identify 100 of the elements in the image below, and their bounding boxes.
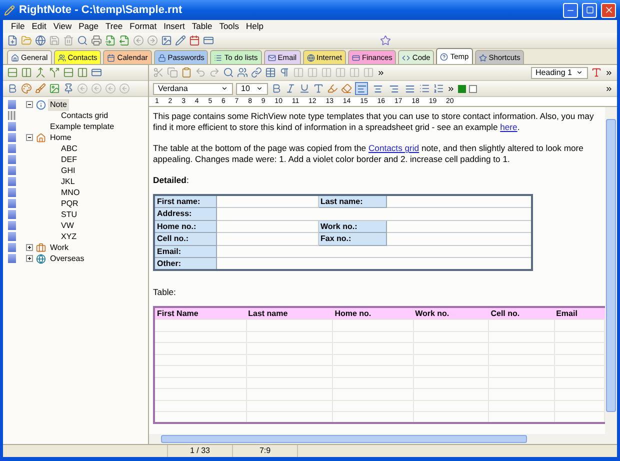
scrollbar-thumb[interactable] (161, 435, 527, 443)
tree-tool-icon[interactable] (21, 67, 32, 78)
expand-icon[interactable] (26, 255, 33, 262)
table-cell[interactable] (332, 366, 414, 377)
numbered-list-icon[interactable] (433, 83, 444, 94)
link[interactable]: here (500, 122, 518, 132)
table-cell[interactable] (488, 331, 554, 342)
forward-icon[interactable] (147, 35, 158, 46)
people-icon[interactable] (237, 67, 248, 78)
table-cell[interactable] (413, 366, 489, 377)
note-title[interactable]: Example template (48, 120, 116, 132)
table-cell[interactable] (154, 320, 246, 331)
style-dropdown[interactable]: Heading 1 (530, 66, 588, 78)
table-cell[interactable] (332, 388, 414, 400)
table-cell[interactable] (246, 331, 333, 342)
table-cell[interactable] (488, 320, 554, 331)
picture-icon[interactable] (49, 83, 60, 94)
table-cell[interactable] (332, 342, 414, 354)
note-title[interactable]: MNO (59, 186, 82, 198)
table-cell[interactable] (488, 366, 554, 377)
clipboard-icon[interactable] (181, 67, 192, 78)
tree-tool-icon[interactable] (7, 67, 18, 78)
table-cell[interactable] (554, 354, 604, 366)
import-icon[interactable] (105, 35, 116, 46)
table-cell[interactable] (554, 377, 604, 388)
table-cell[interactable] (554, 388, 604, 400)
note-title[interactable]: GHI (59, 164, 78, 176)
note-title[interactable]: Work (48, 242, 71, 254)
table-cell[interactable] (413, 320, 489, 331)
table-cell[interactable] (332, 320, 414, 331)
table-cell[interactable] (488, 400, 554, 412)
close-button[interactable] (601, 2, 616, 18)
tree-tool-icon[interactable] (35, 67, 46, 78)
table-cell[interactable] (554, 320, 604, 331)
table-cell[interactable] (413, 388, 489, 400)
table-cell[interactable] (554, 342, 604, 354)
note-title[interactable]: STU (59, 208, 79, 220)
bold-icon[interactable] (271, 83, 282, 94)
star-icon[interactable] (380, 35, 391, 46)
brush-icon[interactable] (35, 83, 46, 94)
table-tool-icon[interactable] (321, 67, 332, 78)
trash-icon[interactable] (63, 35, 74, 46)
save-icon[interactable] (49, 35, 60, 46)
printer-icon[interactable] (91, 35, 102, 46)
table-cell[interactable] (413, 354, 489, 366)
table-cell[interactable] (332, 354, 414, 366)
table-cell[interactable] (332, 331, 414, 342)
field-value[interactable] (216, 195, 318, 208)
menu-item[interactable]: Table (192, 20, 212, 33)
menu-item[interactable]: Format (130, 20, 157, 33)
folder-icon[interactable] (21, 35, 32, 46)
menu-item[interactable]: Insert (164, 20, 185, 33)
chevrons-icon[interactable] (377, 68, 385, 76)
color-swatch-icon[interactable] (469, 84, 477, 92)
chevrons-icon[interactable] (447, 84, 455, 92)
note-title[interactable]: PQR (59, 198, 80, 210)
scrollbar-thumb[interactable] (606, 119, 616, 412)
menu-item[interactable]: Help (246, 20, 264, 33)
collapse-icon[interactable] (26, 134, 33, 141)
maximize-button[interactable] (582, 2, 597, 18)
picture-icon[interactable] (161, 35, 172, 46)
undo-icon[interactable] (195, 67, 206, 78)
table-cell[interactable] (154, 331, 246, 342)
table-cell[interactable] (246, 377, 333, 388)
note-title[interactable]: Overseas (48, 252, 86, 264)
table-cell[interactable] (154, 342, 246, 354)
search-icon[interactable] (77, 35, 88, 46)
collapse-icon[interactable] (26, 101, 33, 108)
link[interactable]: Contacts grid (368, 143, 420, 153)
scissors-icon[interactable] (153, 67, 164, 78)
menu-item[interactable]: Edit (32, 20, 46, 33)
note-title[interactable]: Home (48, 132, 74, 144)
note-title[interactable]: VW (59, 220, 76, 232)
chevrons-icon[interactable] (605, 68, 613, 76)
card-icon[interactable] (91, 67, 102, 78)
table-cell[interactable] (413, 342, 489, 354)
table-cell[interactable] (488, 354, 554, 366)
tree-tool-icon[interactable] (63, 67, 74, 78)
table-cell[interactable] (554, 400, 604, 412)
pencil-icon[interactable] (175, 35, 186, 46)
horizontal-scrollbar[interactable] (149, 434, 617, 444)
table-cell[interactable] (154, 400, 246, 412)
table-cell[interactable] (413, 400, 489, 412)
copy-icon[interactable] (167, 67, 178, 78)
font-icon[interactable] (313, 83, 324, 94)
chevrons-icon[interactable] (605, 84, 613, 92)
italic-icon[interactable] (285, 83, 296, 94)
note-title[interactable]: Note (48, 98, 69, 110)
size-dropdown[interactable]: 10 (236, 82, 268, 94)
minimize-button[interactable] (563, 2, 578, 18)
table-cell[interactable] (413, 331, 489, 342)
palette-icon[interactable] (21, 83, 32, 94)
table-cell[interactable] (488, 388, 554, 400)
note-title[interactable]: Contacts grid (59, 110, 110, 122)
search-icon[interactable] (223, 67, 234, 78)
table-cell[interactable] (154, 377, 246, 388)
vertical-scrollbar[interactable] (605, 107, 617, 434)
table-cell[interactable] (332, 377, 414, 388)
table-cell[interactable] (154, 366, 246, 377)
menu-item[interactable]: Tree (106, 20, 123, 33)
